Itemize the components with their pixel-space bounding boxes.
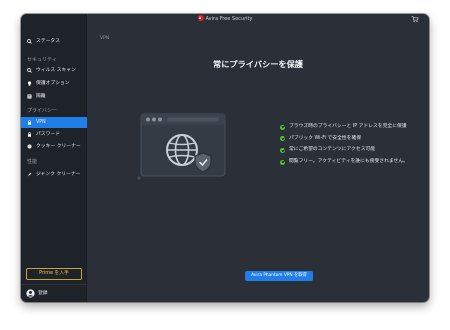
check-icon	[280, 136, 285, 142]
main-content: VPN 常にプライバシーを保護 ブラウズ時のプライバシーと IP アドレスを完全…	[87, 14, 429, 302]
sidebar: ステータス セキュリティ ウィルス スキャン 保護オプション 隔離 プライバシー…	[21, 14, 87, 302]
list-item: 閲覧フリー。アクティビティを誰にも傍受されません。	[280, 159, 410, 165]
sidebar-heading-privacy: プライバシー	[27, 108, 57, 114]
check-icon	[280, 147, 285, 153]
search-icon	[27, 68, 32, 73]
check-icon	[280, 124, 285, 130]
feature-text: 閲覧フリー。アクティビティを誰にも傍受されません。	[289, 159, 408, 165]
app-window: Avira Free Security ステータス セキュリティ ウィルス スキ…	[21, 14, 429, 302]
login-label: 登録	[38, 291, 48, 296]
lightbulb-icon	[27, 81, 32, 86]
sidebar-item-label: 隔離	[36, 94, 46, 99]
sidebar-item-cookie-cleaner[interactable]: クッキー クリーナー	[21, 141, 87, 152]
feature-text: 常にご希望のコンテンツにアクセス可能	[289, 147, 376, 153]
sidebar-item-label: クッキー クリーナー	[36, 144, 81, 149]
check-icon	[280, 159, 285, 165]
sidebar-item-label: ウィルス スキャン	[36, 68, 76, 73]
search-icon	[27, 39, 32, 44]
sidebar-item-label: ジャンク クリーナー	[36, 172, 81, 177]
quarantine-box-icon	[27, 94, 32, 99]
user-avatar-icon	[26, 289, 35, 298]
sidebar-heading-security: セキュリティ	[27, 57, 57, 63]
sidebar-item-quarantine[interactable]: 隔離	[21, 91, 87, 102]
feature-list: ブラウズ時のプライバシーと IP アドレスを完全に保護 パブリック Wi-Fi …	[280, 124, 410, 171]
sidebar-item-status[interactable]: ステータス	[21, 36, 87, 47]
breadcrumb: VPN	[100, 36, 110, 41]
feature-text: ブラウズ時のプライバシーと IP アドレスを完全に保護	[289, 124, 407, 129]
sidebar-item-junk-cleaner[interactable]: ジャンク クリーナー	[21, 169, 87, 180]
sidebar-item-vpn[interactable]: VPN	[21, 117, 87, 128]
login-button[interactable]: 登録	[26, 289, 48, 298]
sidebar-item-label: ステータス	[36, 39, 60, 44]
cookie-icon	[27, 144, 32, 149]
sidebar-item-password[interactable]: パスワード	[21, 129, 87, 140]
sidebar-item-label: パスワード	[36, 132, 60, 137]
vpn-globe-illustration	[137, 113, 226, 180]
sidebar-item-label: VPN	[36, 120, 46, 125]
page-title: 常にプライバシーを保護	[213, 59, 303, 69]
list-item: ブラウズ時のプライバシーと IP アドレスを完全に保護	[280, 124, 410, 130]
list-item: 常にご希望のコンテンツにアクセス可能	[280, 147, 410, 153]
sidebar-item-protection-options[interactable]: 保護オプション	[21, 78, 87, 89]
padlock-icon	[28, 132, 31, 137]
vpn-lock-icon	[28, 120, 31, 125]
get-prime-button[interactable]: Prime を入手	[26, 268, 82, 280]
sidebar-heading-performance: 性能	[27, 159, 38, 165]
list-item: パブリック Wi-Fi で安全性を確保	[280, 136, 410, 142]
feature-text: パブリック Wi-Fi で安全性を確保	[289, 135, 362, 141]
get-vpn-button[interactable]: Avira Phantom VPN を取得	[245, 271, 313, 281]
sidebar-item-virus-scan[interactable]: ウィルス スキャン	[21, 65, 87, 76]
rocket-icon	[27, 172, 32, 177]
sidebar-divider	[21, 284, 87, 285]
sidebar-item-label: 保護オプション	[36, 81, 70, 86]
